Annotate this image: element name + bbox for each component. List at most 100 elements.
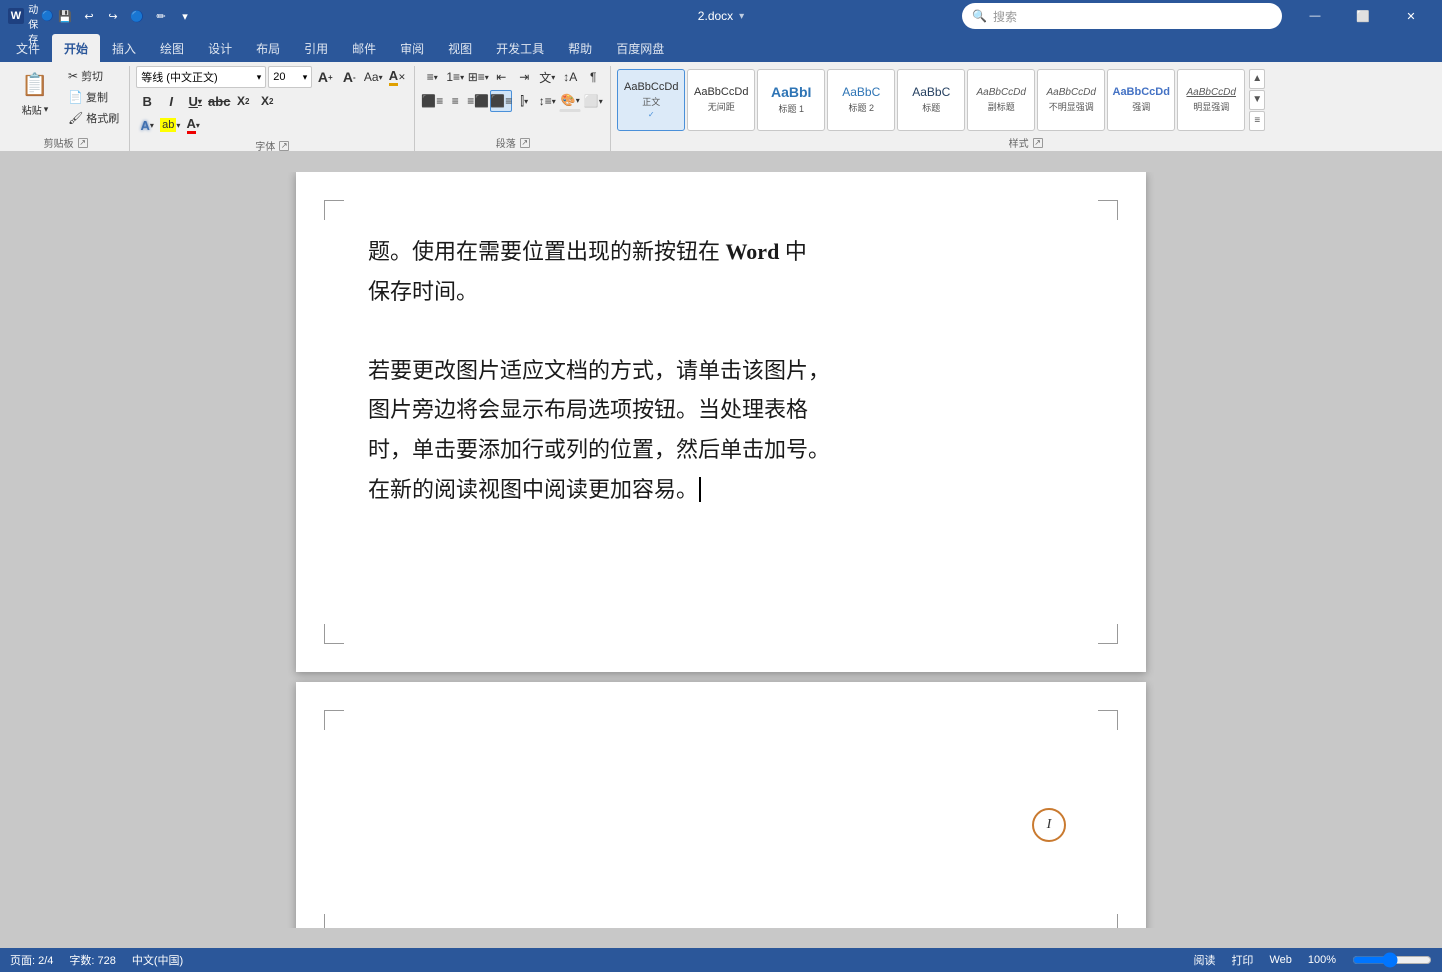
style-subtle-emph[interactable]: AaBbCcDd 不明显强调 <box>1037 69 1105 131</box>
status-bar-right: 阅读 打印 Web 100% <box>1193 952 1432 968</box>
tab-draw[interactable]: 绘图 <box>148 34 196 62</box>
tab-insert[interactable]: 插入 <box>100 34 148 62</box>
tab-home[interactable]: 开始 <box>52 34 100 62</box>
font-name-select[interactable]: 等线 (中文正文) ▾ <box>136 66 266 88</box>
zoom-slider[interactable] <box>1352 952 1432 968</box>
clipboard-group-label: 剪贴板 ↗ <box>8 133 123 151</box>
save-button[interactable]: 💾 <box>54 5 76 27</box>
clipboard-group: 📋 粘贴 ▾ ✂ 剪切 📄 复制 🖌 格式刷 <box>2 66 130 151</box>
paragraph-expand[interactable]: ↗ <box>520 138 530 148</box>
change-case-button[interactable]: Aa▾ <box>362 66 384 88</box>
doc-page1-text[interactable]: 题。使用在需要位置出现的新按钮在 Word 中保存时间。 若要更改图片适应文档的… <box>368 232 1074 509</box>
clear-format-button[interactable]: A ✕ <box>386 66 408 88</box>
minimize-button[interactable]: — <box>1292 0 1338 32</box>
style-heading2[interactable]: AaBbC 标题 2 <box>827 69 895 131</box>
tab-references[interactable]: 引用 <box>292 34 340 62</box>
close-button[interactable]: ✕ <box>1388 0 1434 32</box>
bold-button[interactable]: B <box>136 90 158 112</box>
title-bar: W 自动保存 🔵 💾 ↩ ↪ 🔵 ✏ ▾ 2.docx ▾ 🔍 搜索 — ⬜ ✕ <box>0 0 1442 32</box>
title-dropdown[interactable]: ▾ <box>739 11 744 22</box>
redo-button[interactable]: ↪ <box>102 5 124 27</box>
corner-mark-br <box>1098 624 1118 644</box>
corner-mark-br-2 <box>1098 914 1118 928</box>
tab-baidu[interactable]: 百度网盘 <box>604 34 676 62</box>
strikethrough-button[interactable]: abc <box>208 90 230 112</box>
style-subtle-emph-preview: AaBbCcDd <box>1047 87 1096 98</box>
style-no-spacing[interactable]: AaBbCcDd 无间距 <box>687 69 755 131</box>
styles-scroll-down[interactable]: ▼ <box>1249 90 1265 110</box>
align-right-button[interactable]: ≡⬛ <box>467 90 489 112</box>
underline-button[interactable]: U▾ <box>184 90 206 112</box>
tab-layout[interactable]: 布局 <box>244 34 292 62</box>
align-center-button[interactable]: ≡ <box>444 90 466 112</box>
tab-developer[interactable]: 开发工具 <box>484 34 556 62</box>
view-print-button[interactable]: 打印 <box>1231 952 1253 968</box>
zoom-level[interactable]: 100% <box>1308 954 1336 966</box>
tab-mailing[interactable]: 邮件 <box>340 34 388 62</box>
sort-button[interactable]: ↕A <box>559 66 581 88</box>
columns-button[interactable]: ⫿▾ <box>513 90 535 112</box>
font-size-select[interactable]: 20 ▾ <box>268 66 312 88</box>
align-left-button[interactable]: ⬛≡ <box>421 90 443 112</box>
clipboard-expand[interactable]: ↗ <box>78 138 88 148</box>
justify-button[interactable]: ⬛≡ <box>490 90 512 112</box>
numbered-list-button[interactable]: 1≡▾ <box>444 66 466 88</box>
style-normal-checkmark: ✓ <box>648 110 655 119</box>
style-heading1[interactable]: AaBbI 标题 1 <box>757 69 825 131</box>
style-heading3[interactable]: AaBbC 标题 <box>897 69 965 131</box>
line-spacing-button[interactable]: ↕≡▾ <box>536 90 558 112</box>
font-grow-button[interactable]: A+ <box>314 66 336 88</box>
paste-bottom[interactable]: 粘贴 ▾ <box>10 100 60 119</box>
style-normal[interactable]: AaBbCcDd 正文 ✓ <box>617 69 685 131</box>
paste-top[interactable]: 📋 <box>10 68 60 100</box>
autosave-toggle[interactable]: 自动保存 🔵 <box>30 5 52 27</box>
tab-view[interactable]: 视图 <box>436 34 484 62</box>
style-strong[interactable]: AaBbCcDd 明显强调 <box>1177 69 1245 131</box>
undo-button[interactable]: ↩ <box>78 5 100 27</box>
subscript-button[interactable]: X2 <box>232 90 254 112</box>
font-color-button[interactable]: A▾ <box>182 114 204 136</box>
cut-button[interactable]: ✂ 剪切 <box>64 66 123 86</box>
restore-button[interactable]: ⬜ <box>1340 0 1386 32</box>
tab-review[interactable]: 审阅 <box>388 34 436 62</box>
styles-more[interactable]: ≡ <box>1249 111 1265 131</box>
styles-expand[interactable]: ↗ <box>1033 138 1043 148</box>
qat-dropdown[interactable]: ▾ <box>174 5 196 27</box>
format-painter-button[interactable]: 🖌 格式刷 <box>64 108 123 128</box>
tab-file[interactable]: 文件 <box>4 34 52 62</box>
paste-button[interactable]: 📋 粘贴 ▾ <box>8 66 62 132</box>
search-bar[interactable]: 🔍 搜索 <box>962 3 1282 29</box>
document-page-1[interactable]: 题。使用在需要位置出现的新按钮在 Word 中保存时间。 若要更改图片适应文档的… <box>296 172 1146 672</box>
increase-indent-button[interactable]: ⇥ <box>513 66 535 88</box>
font-shrink-button[interactable]: A- <box>338 66 360 88</box>
text-highlight-button[interactable]: ab▾ <box>159 114 181 136</box>
border-button[interactable]: ⬜▾ <box>582 90 604 112</box>
view-read-button[interactable]: 阅读 <box>1193 952 1215 968</box>
style-subtitle[interactable]: AaBbCcDd 副标题 <box>967 69 1035 131</box>
style-emphasis[interactable]: AaBbCcDd 强调 <box>1107 69 1175 131</box>
show-marks-button[interactable]: ¶ <box>582 66 604 88</box>
styles-group-label: 样式 ↗ <box>617 133 1434 151</box>
copy-button[interactable]: 📄 复制 <box>64 87 123 107</box>
tab-design[interactable]: 设计 <box>196 34 244 62</box>
superscript-button[interactable]: X2 <box>256 90 278 112</box>
auto-format-button[interactable]: 🔵 <box>126 5 148 27</box>
italic-button[interactable]: I <box>160 90 182 112</box>
text-effects-button[interactable]: A▾ <box>136 114 158 136</box>
view-web-button[interactable]: Web <box>1269 954 1291 966</box>
autosave-indicator: 🔵 <box>41 11 53 22</box>
word-app-icon: W <box>8 8 24 24</box>
document-page-2[interactable]: I <box>296 682 1146 928</box>
para-row2: ⬛≡ ≡ ≡⬛ ⬛≡ ⫿▾ ↕≡▾ 🎨▾ ⬜▾ <box>421 90 604 112</box>
multilevel-list-button[interactable]: ⊞≡▾ <box>467 66 489 88</box>
tab-help[interactable]: 帮助 <box>556 34 604 62</box>
decrease-indent-button[interactable]: ⇤ <box>490 66 512 88</box>
font-expand[interactable]: ↗ <box>279 141 289 151</box>
shading-button[interactable]: 🎨▾ <box>559 90 581 112</box>
para-row1: ≡▾ 1≡▾ ⊞≡▾ ⇤ ⇥ 文▾ ↕A ¶ <box>421 66 604 88</box>
customize-qat-button[interactable]: ✏ <box>150 5 172 27</box>
bullet-list-button[interactable]: ≡▾ <box>421 66 443 88</box>
chinese-format-button[interactable]: 文▾ <box>536 66 558 88</box>
styles-scroll-up[interactable]: ▲ <box>1249 69 1265 89</box>
style-heading3-preview: AaBbC <box>912 85 950 99</box>
